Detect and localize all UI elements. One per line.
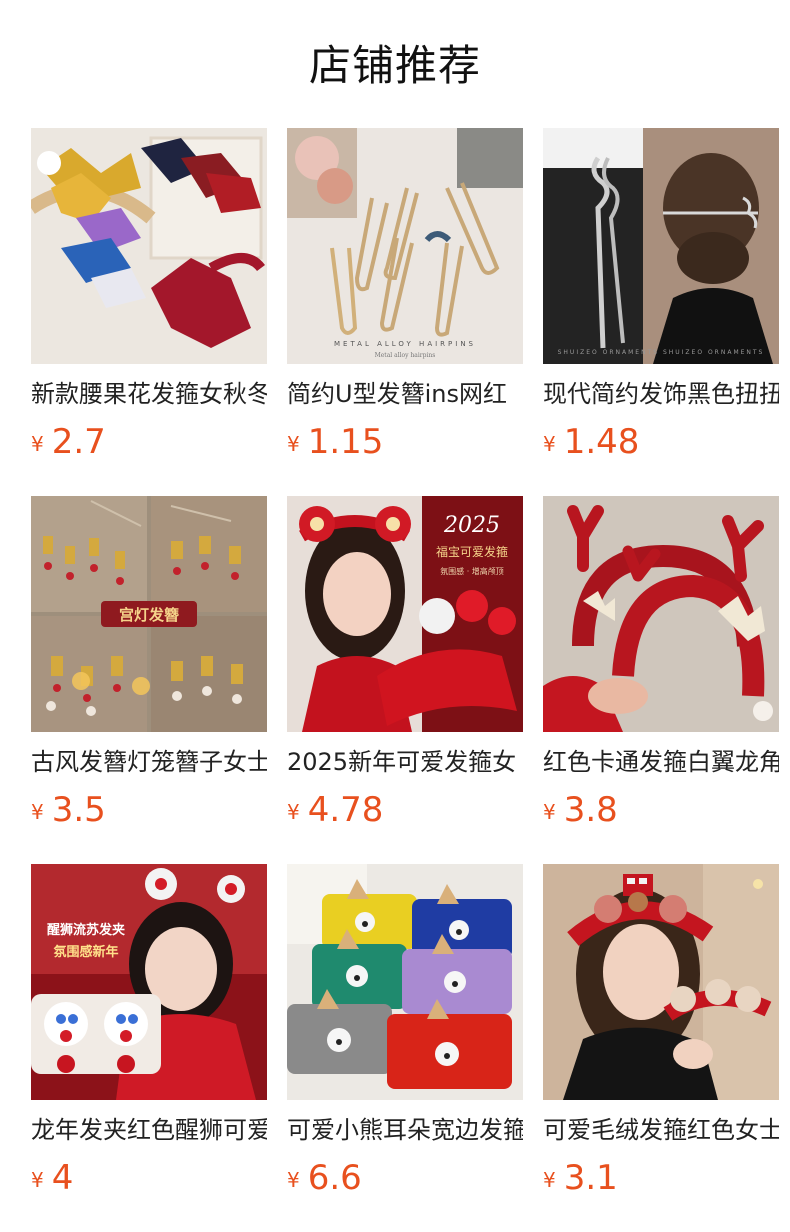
product-card[interactable]: METAL ALLOY HAIRPINS Metal alloy hairpin… — [287, 128, 523, 464]
product-price: ¥1.48 — [543, 420, 779, 464]
product-image[interactable] — [31, 128, 267, 364]
product-image[interactable]: 醒狮流苏发夹 氛围感新年 — [31, 864, 267, 1100]
price-value: 3.8 — [563, 790, 618, 830]
product-price: ¥4.78 — [287, 788, 523, 832]
product-image[interactable]: SHUIZEO ORNAMENTS SHUIZEO ORNAMENTS — [543, 128, 779, 364]
product-grid: 新款腰果花发箍女秋冬 ¥2.7 METAL ALLOY HAIRPINS Met… — [31, 128, 779, 1200]
lion-hairclip-photo: 醒狮流苏发夹 氛围感新年 — [31, 864, 267, 1100]
price-value: 1.15 — [307, 422, 384, 462]
headband-bows-photo — [31, 128, 267, 364]
product-price: ¥2.7 — [31, 420, 267, 464]
price-value: 4 — [51, 1158, 74, 1198]
price-value: 3.5 — [51, 790, 106, 830]
product-image[interactable] — [543, 864, 779, 1100]
product-name[interactable]: 简约U型发簪ins网红 — [287, 378, 523, 410]
product-name[interactable]: 新款腰果花发箍女秋冬 — [31, 378, 267, 410]
currency-symbol: ¥ — [31, 432, 44, 456]
bear-ear-headbands-photo — [287, 864, 523, 1100]
image-year: 2025 — [443, 513, 500, 538]
page-title: 店铺推荐 — [308, 41, 481, 90]
product-price: ¥3.8 — [543, 788, 779, 832]
price-value: 4.78 — [307, 790, 384, 830]
product-price: ¥3.5 — [31, 788, 267, 832]
shop-recommend-page: 店铺推荐 新款腰果花发箍女秋冬 ¥ 2.7 METAL ALLOY HAIRPI… — [0, 0, 790, 1232]
price-value: 6.6 — [307, 1158, 362, 1198]
currency-symbol: ¥ — [543, 432, 556, 456]
product-card[interactable]: 醒狮流苏发夹 氛围感新年 龙年发夹红色醒狮可爱 ¥4 — [31, 864, 267, 1200]
twist-hairpin-photo: SHUIZEO ORNAMENTS SHUIZEO ORNAMENTS — [543, 128, 779, 364]
image-caption: METAL ALLOY HAIRPINS — [334, 340, 476, 348]
product-image[interactable]: 宫灯发簪 — [31, 496, 267, 732]
price-value: 3.1 — [563, 1158, 618, 1198]
product-image[interactable] — [287, 864, 523, 1100]
currency-symbol: ¥ — [287, 800, 300, 824]
price-value: 1.48 — [563, 422, 640, 462]
product-card[interactable]: 宫灯发簪 古风发簪灯笼簪子女士 ¥3.5 — [31, 496, 267, 832]
u-hairpins-photo: METAL ALLOY HAIRPINS Metal alloy hairpin… — [287, 128, 523, 364]
image-subcaption: 氛围感 · 增高颅顶 — [440, 566, 504, 576]
product-card[interactable]: 新款腰果花发箍女秋冬 ¥2.7 — [31, 128, 267, 464]
product-price: ¥3.1 — [543, 1156, 779, 1200]
image-caption: 宫灯发簪 — [119, 606, 179, 624]
currency-symbol: ¥ — [31, 800, 44, 824]
image-caption: 福宝可爱发箍 — [436, 544, 508, 559]
image-caption: 醒狮流苏发夹 — [47, 922, 125, 938]
product-card[interactable]: 可爱小熊耳朵宽边发箍 ¥6.6 — [287, 864, 523, 1200]
product-name[interactable]: 2025新年可爱发箍女 — [287, 746, 523, 778]
currency-symbol: ¥ — [287, 432, 300, 456]
product-name[interactable]: 可爱小熊耳朵宽边发箍 — [287, 1114, 523, 1146]
new-year-headband-photo: 2025 福宝可爱发箍 氛围感 · 增高颅顶 — [287, 496, 523, 732]
currency-symbol: ¥ — [543, 800, 556, 824]
product-card[interactable]: 红色卡通发箍白翼龙角 ¥3.8 — [543, 496, 779, 832]
product-card[interactable]: 2025 福宝可爱发箍 氛围感 · 增高颅顶 2025新年可爱发箍女 ¥4.78 — [287, 496, 523, 832]
image-subcaption: Metal alloy hairpins — [375, 352, 436, 359]
image-subcaption: 氛围感新年 — [53, 944, 118, 960]
dragon-horn-headband-photo — [543, 496, 779, 732]
product-name[interactable]: 龙年发夹红色醒狮可爱 — [31, 1114, 267, 1146]
product-price: ¥6.6 — [287, 1156, 523, 1200]
currency-symbol: ¥ — [287, 1168, 300, 1192]
product-price: ¥4 — [31, 1156, 267, 1200]
image-caption: SHUIZEO ORNAMENTS SHUIZEO ORNAMENTS — [558, 349, 765, 356]
product-card[interactable]: SHUIZEO ORNAMENTS SHUIZEO ORNAMENTS 现代简约… — [543, 128, 779, 464]
lantern-hairpins-photo: 宫灯发簪 — [31, 496, 267, 732]
currency-symbol: ¥ — [543, 1168, 556, 1192]
price-value: 2.7 — [51, 422, 106, 462]
product-card[interactable]: 可爱毛绒发箍红色女士 ¥3.1 — [543, 864, 779, 1200]
product-name[interactable]: 红色卡通发箍白翼龙角 — [543, 746, 779, 778]
product-name[interactable]: 古风发簪灯笼簪子女士 — [31, 746, 267, 778]
product-image[interactable]: METAL ALLOY HAIRPINS Metal alloy hairpin… — [287, 128, 523, 364]
product-name[interactable]: 可爱毛绒发箍红色女士 — [543, 1114, 779, 1146]
product-price: ¥1.15 — [287, 420, 523, 464]
plush-headband-photo — [543, 864, 779, 1100]
product-image[interactable]: 2025 福宝可爱发箍 氛围感 · 增高颅顶 — [287, 496, 523, 732]
currency-symbol: ¥ — [31, 1168, 44, 1192]
product-name[interactable]: 现代简约发饰黑色扭扭 — [543, 378, 779, 410]
product-image[interactable] — [543, 496, 779, 732]
